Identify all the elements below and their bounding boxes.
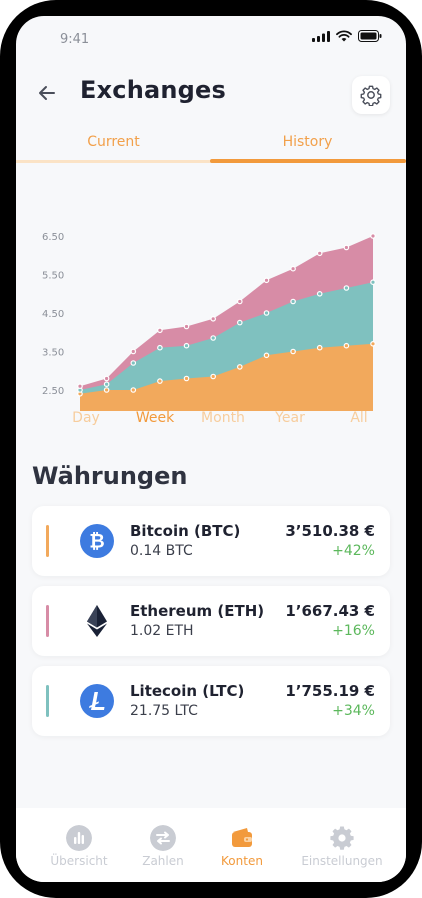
nav-label: Übersicht: [50, 854, 108, 868]
data-point: [130, 360, 137, 366]
currency-name: Bitcoin (BTC): [130, 522, 241, 540]
currency-name: Ethereum (ETH): [130, 602, 265, 620]
bitcoin-icon: ₿: [80, 524, 114, 558]
gear-icon: [330, 826, 354, 850]
nav-label: Zahlen: [142, 854, 184, 868]
data-point: [77, 383, 83, 390]
tab-bar: Current History: [16, 132, 406, 164]
signal-icon: [312, 30, 330, 42]
currency-card-litecoin[interactable]: Litecoin (LTC) 21.75 LTC 1’755.19 € +34%: [32, 666, 390, 736]
nav-item-zahlen[interactable]: Zahlen: [126, 808, 200, 882]
data-point: [103, 381, 110, 388]
data-point: [290, 348, 296, 355]
period-month[interactable]: Month: [201, 410, 245, 426]
data-point: [290, 265, 296, 272]
nav-label: Konten: [221, 854, 263, 868]
data-point: [237, 364, 243, 370]
currency-accent-bar: [46, 525, 49, 557]
currency-name: Litecoin (LTC): [130, 682, 245, 700]
data-point: [237, 319, 243, 326]
status-bar: 9:41: [16, 16, 406, 60]
currency-value: 1’667.43 €: [285, 602, 375, 620]
currency-value: 3’510.38 €: [285, 522, 375, 540]
nav-item-uebersicht[interactable]: Übersicht: [32, 808, 126, 882]
data-point: [290, 298, 296, 305]
period-year[interactable]: Year: [275, 410, 305, 426]
transfer-icon: [150, 825, 176, 851]
data-point: [343, 342, 350, 349]
data-point: [210, 316, 217, 322]
nav-label: Einstellungen: [301, 854, 383, 868]
data-point: [183, 323, 190, 330]
status-time: 9:41: [60, 32, 90, 47]
tab-active-indicator: [210, 159, 406, 163]
bottom-navigation: Übersicht Zahlen Konten Einstellungen: [16, 808, 406, 882]
currency-amount: 1.02 ETH: [130, 623, 194, 639]
data-point: [237, 298, 243, 305]
data-point: [130, 387, 137, 393]
currency-accent-bar: [46, 685, 49, 717]
data-point: [103, 375, 110, 382]
period-all[interactable]: All: [350, 410, 367, 426]
litecoin-icon: [80, 684, 114, 718]
currency-card-ethereum[interactable]: Ethereum (ETH) 1.02 ETH 1’667.43 € +16%: [32, 586, 390, 656]
period-selector: Day Week Month Year All: [56, 410, 396, 430]
data-point: [316, 344, 323, 351]
data-point: [343, 285, 350, 291]
wifi-icon: [336, 30, 352, 42]
wallet-icon: [232, 828, 252, 847]
y-tick-label: 6.50: [42, 232, 64, 243]
currency-accent-bar: [46, 605, 49, 637]
data-point: [183, 375, 190, 382]
data-point: [263, 310, 270, 316]
data-point: [157, 344, 163, 351]
data-point: [370, 279, 376, 286]
currency-change: +42%: [332, 543, 375, 559]
period-day[interactable]: Day: [72, 410, 100, 426]
settings-button[interactable]: [352, 76, 390, 114]
currency-card-bitcoin[interactable]: ₿ Bitcoin (BTC) 0.14 BTC 3’510.38 € +42%: [32, 506, 390, 576]
ethereum-icon: [87, 605, 107, 637]
currency-change: +34%: [332, 703, 375, 719]
data-point: [316, 250, 323, 257]
svg-text:₿: ₿: [89, 531, 104, 553]
currency-amount: 0.14 BTC: [130, 543, 193, 559]
data-point: [103, 387, 110, 393]
data-point: [157, 378, 163, 384]
tab-current[interactable]: Current: [16, 132, 211, 150]
currency-value: 1’755.19 €: [285, 682, 375, 700]
y-tick-label: 3.50: [42, 348, 64, 359]
chart-icon: [66, 825, 92, 851]
data-point: [210, 335, 217, 341]
nav-item-konten[interactable]: Konten: [210, 808, 274, 882]
data-point: [263, 277, 270, 284]
data-point: [370, 341, 376, 347]
data-point: [210, 373, 217, 380]
data-point: [157, 327, 163, 334]
device-frame: 9:41 Exchanges Current History 6.50 5.50…: [0, 0, 422, 898]
tab-history[interactable]: History: [210, 132, 405, 150]
currency-amount: 21.75 LTC: [130, 703, 198, 719]
section-title: Währungen: [32, 462, 188, 490]
status-icons: [312, 30, 382, 42]
y-tick-label: 4.50: [42, 309, 64, 320]
data-point: [183, 342, 190, 349]
page-title: Exchanges: [80, 76, 227, 104]
battery-icon: [358, 30, 382, 42]
gear-icon: [360, 85, 382, 106]
data-point: [343, 244, 350, 251]
y-tick-label: 5.50: [42, 271, 64, 282]
app-screen: 9:41 Exchanges Current History 6.50 5.50…: [16, 16, 406, 882]
back-arrow-icon[interactable]: [36, 82, 58, 104]
data-point: [316, 291, 323, 297]
currency-change: +16%: [332, 623, 375, 639]
y-tick-label: 2.50: [42, 386, 64, 397]
data-point: [370, 233, 376, 239]
nav-item-einstellungen[interactable]: Einstellungen: [292, 808, 392, 882]
data-point: [130, 348, 137, 355]
period-week[interactable]: Week: [136, 410, 174, 426]
data-point: [263, 352, 270, 359]
